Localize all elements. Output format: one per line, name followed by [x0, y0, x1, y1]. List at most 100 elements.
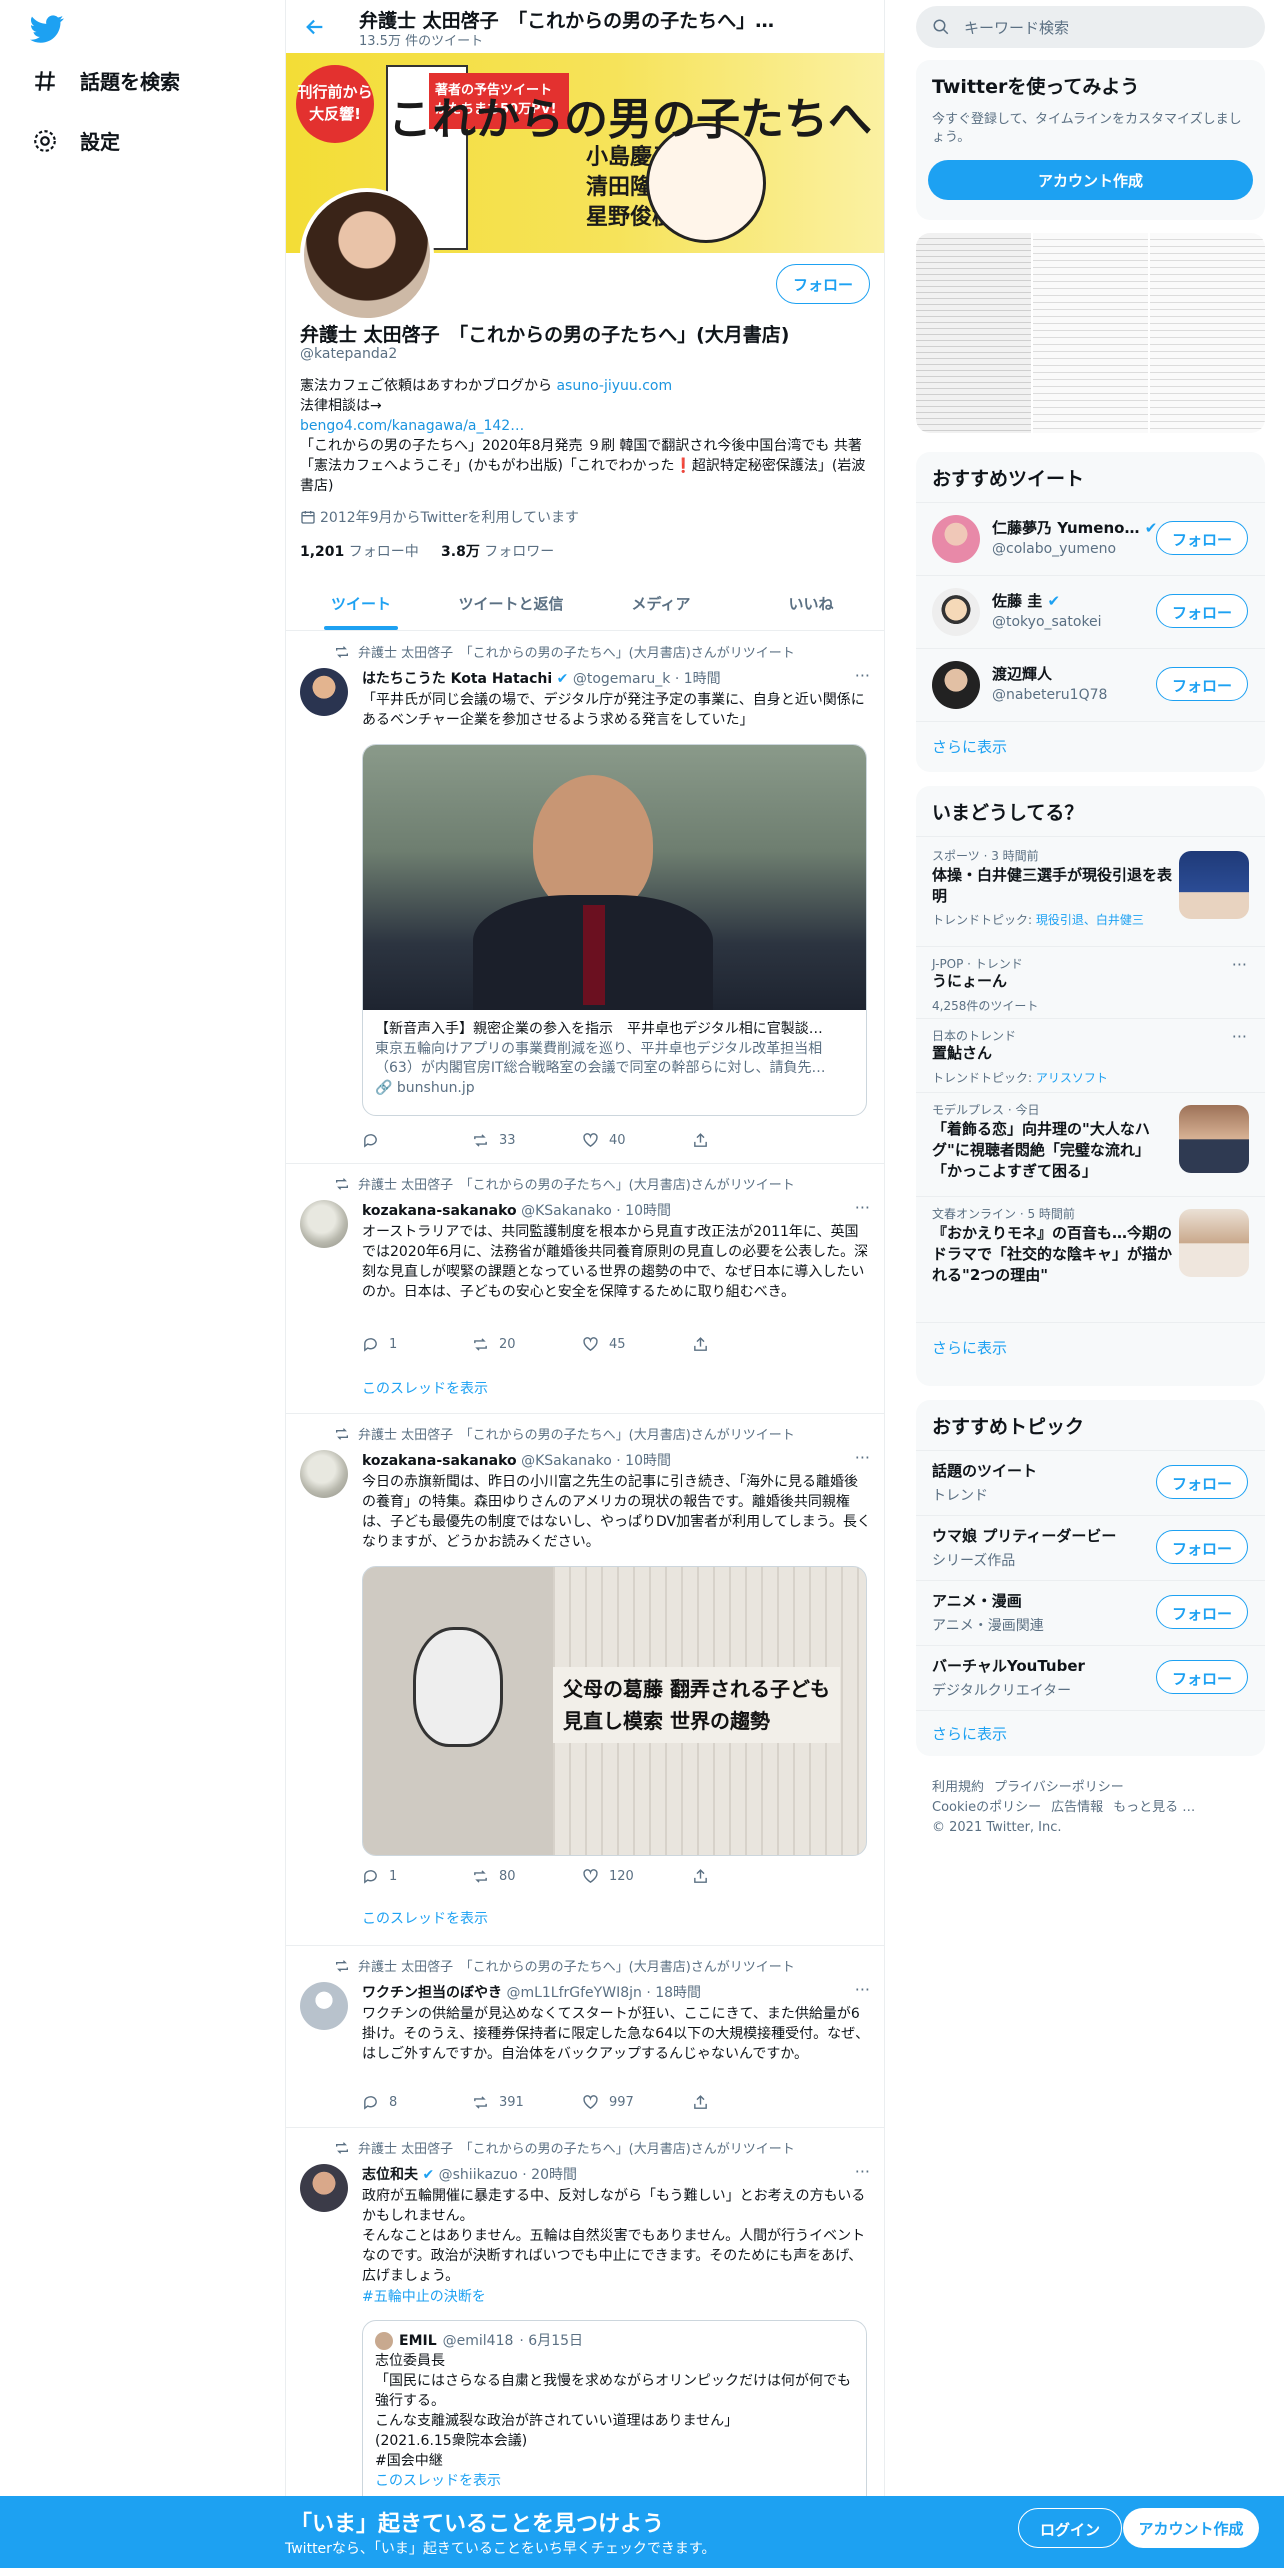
follow-button[interactable]: フォロー	[1156, 594, 1248, 628]
follow-topic-button[interactable]: フォロー	[1156, 1660, 1248, 1694]
show-more-row[interactable]: さらに表示	[916, 721, 1265, 772]
footer-link-more[interactable]: もっと見る …	[1113, 1800, 1195, 1815]
author-name[interactable]: はたちこうた Kota Hatachi	[362, 671, 552, 687]
tweet-time[interactable]: · 10時間	[616, 1453, 671, 1469]
quoted-show-thread[interactable]: このスレッドを表示	[375, 2471, 854, 2491]
media-thumb[interactable]	[916, 233, 1031, 433]
nav-explore[interactable]: 話題を検索	[32, 66, 180, 95]
more-options-icon[interactable]: ···	[855, 1980, 870, 1999]
more-options-icon[interactable]: ···	[1232, 1027, 1247, 1046]
like-button[interactable]: 40	[582, 1132, 692, 1149]
default-avatar[interactable]	[300, 1982, 348, 2030]
follow-button[interactable]: フォロー	[776, 264, 870, 304]
follow-button[interactable]: フォロー	[1156, 521, 1248, 555]
show-more-link[interactable]: さらに表示	[932, 1337, 1007, 1358]
bio-link[interactable]: asuno-jiyuu.com	[556, 378, 672, 394]
trend-item[interactable]: 日本のトレンド 置鮎さん トレンドトピック: アリスソフト ···	[916, 1018, 1265, 1092]
avatar[interactable]	[300, 2164, 348, 2212]
link-card[interactable]: 【新音声入手】親密企業の参入を指示 平井卓也デジタル相に官製談… 東京五輪向けア…	[362, 744, 867, 1116]
footer-link-ads[interactable]: 広告情報	[1051, 1800, 1103, 1815]
nav-settings[interactable]: 設定	[32, 126, 120, 155]
author-handle[interactable]: @KSakanako	[521, 1203, 612, 1219]
media-thumb[interactable]	[1150, 233, 1265, 433]
tweet-time[interactable]: · 18時間	[646, 1985, 701, 2001]
profile-avatar[interactable]	[300, 188, 434, 322]
show-more-link[interactable]: さらに表示	[932, 1723, 1007, 1744]
author-handle[interactable]: @mL1LfrGfeYWI8jn	[506, 1985, 641, 2001]
trend-sub-link[interactable]: 現役引退、白井健三	[1036, 913, 1144, 927]
author-handle[interactable]: @KSakanako	[521, 1453, 612, 1469]
signup-button[interactable]: アカウント作成	[1123, 2508, 1259, 2548]
tweet[interactable]: 弁護士 太田啓子 「これからの男の子たちへ」(大月書店)さんがリツイート ワクチ…	[286, 1946, 884, 2128]
media-grid[interactable]	[916, 233, 1265, 433]
like-button[interactable]: 120	[582, 1868, 692, 1885]
retweet-button[interactable]: 80	[472, 1868, 582, 1885]
avatar[interactable]	[300, 1200, 348, 1248]
reply-button[interactable]: 1	[362, 1336, 472, 1353]
retweet-button[interactable]: 20	[472, 1336, 582, 1353]
topic-item[interactable]: ウマ娘 プリティーダービー シリーズ作品 フォロー	[916, 1515, 1265, 1580]
share-button[interactable]	[692, 1868, 802, 1885]
show-thread-link[interactable]: このスレッドを表示	[362, 1378, 488, 1398]
more-options-icon[interactable]: ···	[855, 1198, 870, 1217]
twitter-logo-icon[interactable]	[30, 12, 64, 46]
author-handle[interactable]: @shiikazuo	[439, 2167, 518, 2183]
media-thumb[interactable]	[1033, 233, 1148, 433]
user-row[interactable]: 仁藤夢乃 Yumeno… ✔ @colabo_yumeno フォロー	[916, 502, 1265, 575]
footer-link-terms[interactable]: 利用規約	[932, 1780, 984, 1795]
bio-link[interactable]: bengo4.com/kanagawa/a_142…	[300, 418, 524, 434]
follow-button[interactable]: フォロー	[1156, 667, 1248, 701]
share-button[interactable]	[692, 1336, 802, 1353]
newspaper-photo[interactable]: 父母の葛藤 翻弄される子ども 見直し模索 世界の趨勢	[362, 1566, 867, 1856]
reply-button[interactable]: 8	[362, 2094, 472, 2111]
followers-link[interactable]: 3.8万 フォロワー	[441, 544, 554, 560]
footer-link-privacy[interactable]: プライバシーポリシー	[994, 1780, 1124, 1795]
footer-link-cookies[interactable]: Cookieのポリシー	[932, 1800, 1041, 1815]
tab-likes[interactable]: いいね	[736, 578, 884, 630]
user-row[interactable]: 佐藤 圭 ✔ @tokyo_satokei フォロー	[916, 575, 1265, 648]
avatar[interactable]	[932, 661, 980, 709]
tweet[interactable]: 弁護士 太田啓子 「これからの男の子たちへ」(大月書店)さんがリツイート koz…	[286, 1414, 884, 1946]
more-options-icon[interactable]: ···	[855, 1448, 870, 1467]
like-button[interactable]: 997	[582, 2094, 692, 2111]
show-more-row[interactable]: さらに表示	[916, 1710, 1265, 1756]
avatar[interactable]	[932, 515, 980, 563]
user-row[interactable]: 渡辺輝人 @nabeteru1Q78 フォロー	[916, 648, 1265, 721]
share-button[interactable]	[692, 1132, 802, 1149]
avatar[interactable]	[300, 1450, 348, 1498]
show-more-row[interactable]: さらに表示	[916, 1322, 1265, 1386]
trend-item[interactable]: J-POP · トレンド うにょーん 4,258件のツイート ···	[916, 946, 1265, 1018]
avatar[interactable]	[300, 668, 348, 716]
topic-item[interactable]: 話題のツイート トレンド フォロー	[916, 1450, 1265, 1515]
search-input[interactable]: キーワード検索	[916, 6, 1265, 48]
avatar[interactable]	[932, 588, 980, 636]
more-options-icon[interactable]: ···	[855, 2162, 870, 2181]
follow-topic-button[interactable]: フォロー	[1156, 1530, 1248, 1564]
retweet-button[interactable]: 33	[472, 1132, 582, 1149]
author-name[interactable]: ワクチン担当のぼやき	[362, 1985, 502, 2001]
tweet-time[interactable]: · 10時間	[616, 1203, 671, 1219]
topic-item[interactable]: バーチャルYouTuber デジタルクリエイター フォロー	[916, 1645, 1265, 1710]
trend-sub-link[interactable]: アリスソフト	[1036, 1071, 1108, 1085]
tweet[interactable]: 弁護士 太田啓子 「これからの男の子たちへ」(大月書店)さんがリツイート はたち…	[286, 632, 884, 1164]
tweet-time[interactable]: · 20時間	[522, 2167, 577, 2183]
like-button[interactable]: 45	[582, 1336, 692, 1353]
quoted-tweet[interactable]: EMIL @emil418 · 6月15日 志位委員長 「国民にはさらなる自粛と…	[362, 2320, 867, 2520]
hashtag-link[interactable]: #五輪中止の決断を	[362, 2286, 486, 2306]
follow-topic-button[interactable]: フォロー	[1156, 1595, 1248, 1629]
tab-tweets-replies[interactable]: ツイートと返信	[436, 578, 586, 630]
tab-tweets[interactable]: ツイート	[286, 578, 436, 630]
tweet-time[interactable]: · 1時間	[675, 671, 721, 687]
following-link[interactable]: 1,201 フォロー中	[300, 544, 419, 560]
trend-item[interactable]: モデルプレス · 今日 「着飾る恋」向井理の"大人なハグ"に視聴者悶絶「完璧な流…	[916, 1092, 1265, 1196]
follow-topic-button[interactable]: フォロー	[1156, 1465, 1248, 1499]
trend-item[interactable]: 文春オンライン · 5 時間前 『おかえりモネ』の百音も…今期のドラマで「社交的…	[916, 1196, 1265, 1322]
login-button[interactable]: ログイン	[1018, 2508, 1122, 2548]
topic-item[interactable]: アニメ・漫画 アニメ・漫画関連 フォロー	[916, 1580, 1265, 1645]
reply-button[interactable]	[362, 1132, 472, 1149]
author-handle[interactable]: @togemaru_k	[573, 671, 671, 687]
show-more-link[interactable]: さらに表示	[932, 736, 1007, 757]
create-account-button[interactable]: アカウント作成	[928, 160, 1253, 200]
tweet[interactable]: 弁護士 太田啓子 「これからの男の子たちへ」(大月書店)さんがリツイート koz…	[286, 1164, 884, 1414]
back-arrow-icon[interactable]	[304, 16, 326, 38]
